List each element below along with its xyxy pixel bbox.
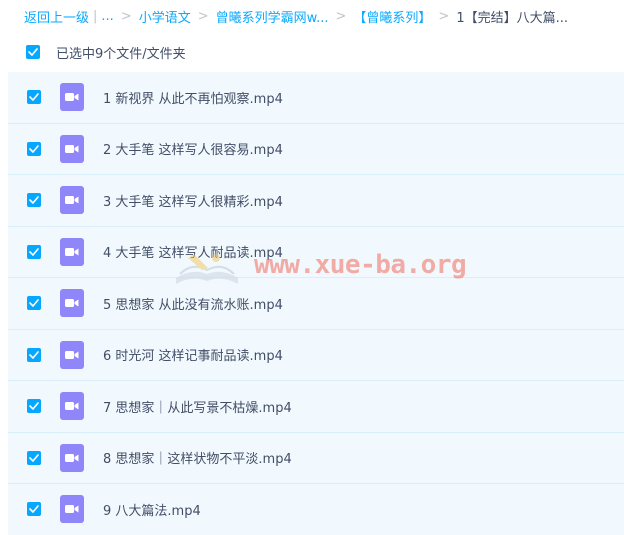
- breadcrumb-divider: |: [93, 8, 98, 24]
- row-checkbox[interactable]: [27, 193, 41, 208]
- checkmark-icon: [29, 93, 39, 102]
- checkmark-icon: [28, 48, 38, 56]
- file-name: 4 大手笔 这样写人耐品读.mp4: [103, 246, 283, 262]
- breadcrumb-item-primary-chinese[interactable]: 小学语文: [139, 7, 191, 26]
- file-row[interactable]: 9 八大篇法.mp4: [8, 484, 624, 535]
- file-name: 1 新视界 从此不再怕观察.mp4: [103, 91, 283, 107]
- file-row[interactable]: 4 大手笔 这样写人耐品读.mp4: [8, 226, 624, 278]
- back-link[interactable]: 返回上一级: [24, 7, 89, 26]
- video-file-icon: [60, 340, 84, 369]
- breadcrumb-ellipsis[interactable]: ...: [101, 9, 113, 24]
- breadcrumb-separator: >: [335, 8, 347, 24]
- selection-bar: 已选中9个文件/文件夹: [26, 43, 186, 62]
- file-name: 6 时光河 这样记事耐品读.mp4: [103, 349, 283, 365]
- file-row[interactable]: 2 大手笔 这样写人很容易.mp4: [8, 123, 624, 175]
- video-file-icon: [60, 289, 84, 318]
- video-file-icon: [60, 134, 84, 163]
- row-checkbox[interactable]: [27, 244, 41, 259]
- file-row[interactable]: 5 思想家 从此没有流水账.mp4: [8, 278, 624, 330]
- breadcrumb-separator: >: [438, 8, 450, 24]
- breadcrumb-separator: >: [197, 8, 209, 24]
- checkmark-icon: [29, 196, 39, 205]
- breadcrumb-current: 1【完结】八大篇...: [456, 10, 568, 26]
- file-row[interactable]: 1 新视界 从此不再怕观察.mp4: [8, 72, 624, 124]
- breadcrumb-separator: >: [120, 8, 132, 24]
- row-checkbox[interactable]: [27, 450, 41, 465]
- breadcrumb-item-series-folder[interactable]: 曾曦系列学霸网w...: [216, 7, 329, 26]
- video-file-icon: [60, 186, 84, 215]
- checkmark-icon: [29, 350, 39, 359]
- file-row[interactable]: 7 思想家｜从此写景不枯燥.mp4: [8, 381, 624, 433]
- selection-count-label: 已选中9个文件/文件夹: [56, 46, 186, 62]
- row-checkbox[interactable]: [27, 347, 41, 362]
- file-row[interactable]: 8 思想家｜这样状物不平淡.mp4: [8, 432, 624, 484]
- video-file-icon: [60, 495, 84, 524]
- video-file-icon: [60, 83, 84, 112]
- row-checkbox[interactable]: [27, 296, 41, 311]
- video-file-icon: [60, 392, 84, 421]
- file-name: 8 思想家｜这样状物不平淡.mp4: [103, 452, 292, 468]
- file-name: 3 大手笔 这样写人很精彩.mp4: [103, 194, 283, 210]
- checkmark-icon: [29, 247, 39, 256]
- file-name: 2 大手笔 这样写人很容易.mp4: [103, 143, 283, 159]
- file-row[interactable]: 3 大手笔 这样写人很精彩.mp4: [8, 175, 624, 227]
- checkmark-icon: [29, 144, 39, 153]
- checkmark-icon: [29, 453, 39, 462]
- file-name: 9 八大篇法.mp4: [103, 503, 201, 519]
- video-file-icon: [60, 443, 84, 472]
- checkmark-icon: [29, 299, 39, 308]
- row-checkbox[interactable]: [27, 399, 41, 414]
- file-list: 1 新视界 从此不再怕观察.mp4 2 大手笔 这样写人很容易.mp4 3 大手…: [8, 72, 624, 535]
- row-checkbox[interactable]: [27, 90, 41, 105]
- select-all-checkbox[interactable]: [26, 45, 40, 59]
- video-file-icon: [60, 237, 84, 266]
- checkmark-icon: [29, 402, 39, 411]
- row-checkbox[interactable]: [27, 141, 41, 156]
- file-row[interactable]: 6 时光河 这样记事耐品读.mp4: [8, 329, 624, 381]
- breadcrumb: 返回上一级 | ... > 小学语文 > 曾曦系列学霸网w... > 【曾曦系列…: [24, 6, 568, 26]
- row-checkbox[interactable]: [27, 502, 41, 517]
- breadcrumb-item-series[interactable]: 【曾曦系列】: [353, 7, 431, 26]
- checkmark-icon: [29, 505, 39, 514]
- file-name: 5 思想家 从此没有流水账.mp4: [103, 297, 283, 313]
- file-browser: 返回上一级 | ... > 小学语文 > 曾曦系列学霸网w... > 【曾曦系列…: [0, 0, 624, 535]
- file-name: 7 思想家｜从此写景不枯燥.mp4: [103, 400, 292, 416]
